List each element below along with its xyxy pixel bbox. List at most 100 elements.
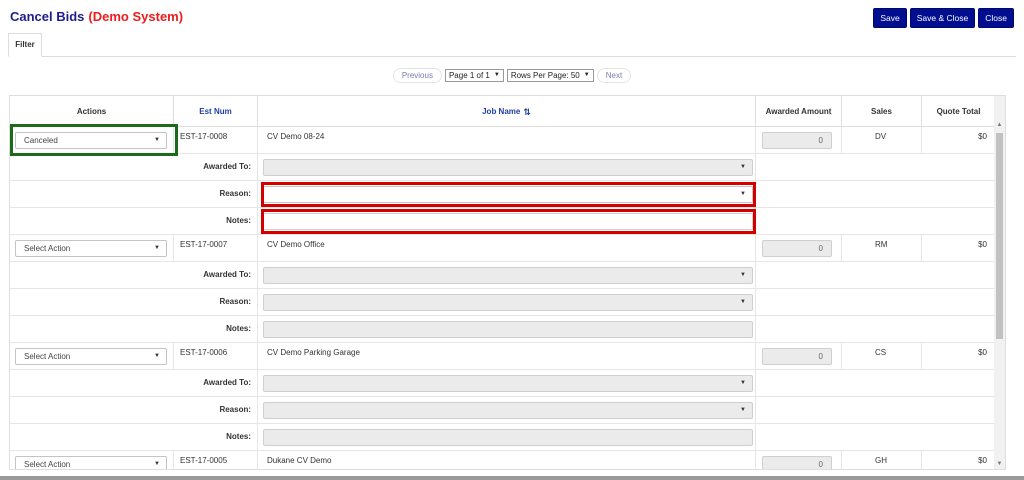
bid-row: Select Action ▼ EST-17-0006 CV Demo Parki… bbox=[10, 343, 1005, 370]
column-header-quote-total[interactable]: Quote Total bbox=[922, 96, 996, 127]
column-header-actions[interactable]: Actions bbox=[10, 96, 174, 127]
column-header-job-name[interactable]: Job Name ⇅ bbox=[258, 96, 756, 127]
rows-per-page-select[interactable]: Rows Per Page: 50 ▼ bbox=[506, 69, 594, 82]
field-cell bbox=[258, 316, 756, 342]
scroll-up-icon[interactable]: ▲ bbox=[996, 122, 1003, 128]
bid-row: Select Action ▼ EST-17-0005 Dukane CV Dem… bbox=[10, 451, 1005, 469]
tab-filter[interactable]: Filter bbox=[8, 33, 42, 57]
notes-label: Notes: bbox=[226, 216, 251, 225]
reason-field-highlight bbox=[261, 182, 756, 207]
awarded-amount-cell: 0 bbox=[756, 127, 842, 153]
reason-row: Reason: ▼ bbox=[10, 289, 1005, 316]
est-num: EST-17-0006 bbox=[180, 348, 228, 357]
notes-label: Notes: bbox=[226, 432, 251, 441]
est-num-cell: EST-17-0006 bbox=[174, 343, 258, 369]
label-cell: Awarded To: bbox=[10, 370, 258, 396]
sales-cell: CS bbox=[842, 343, 922, 369]
awarded-to-select[interactable]: ▼ bbox=[263, 375, 753, 392]
chevron-down-icon: ▼ bbox=[493, 72, 500, 78]
job-name-cell: CV Demo Office bbox=[258, 235, 756, 261]
page-select-value: Page 1 of 1 bbox=[448, 71, 490, 80]
bid-row: Select Action ▼ EST-17-0007 CV Demo Offic… bbox=[10, 235, 1005, 262]
notes-row: Notes: bbox=[10, 424, 1005, 451]
quote-total: $0 bbox=[978, 348, 987, 357]
reason-row: Reason: ▼ bbox=[10, 397, 1005, 424]
pager: Previous Page 1 of 1 ▼ Rows Per Page: 50 ▼… bbox=[0, 68, 1024, 84]
awarded-amount-cell: 0 bbox=[756, 451, 842, 469]
canceled-action-highlight bbox=[10, 124, 178, 156]
label-cell: Notes: bbox=[10, 424, 258, 450]
quote-total: $0 bbox=[978, 456, 987, 465]
awarded-to-label: Awarded To: bbox=[203, 270, 251, 279]
job-name-cell: CV Demo Parking Garage bbox=[258, 343, 756, 369]
actions-cell: Select Action ▼ bbox=[10, 451, 174, 469]
reason-label: Reason: bbox=[219, 297, 251, 306]
job-name: CV Demo 08-24 bbox=[267, 132, 325, 141]
scroll-down-icon[interactable]: ▼ bbox=[996, 461, 1003, 467]
label-cell: Notes: bbox=[10, 208, 258, 234]
notes-field-highlight bbox=[261, 209, 756, 234]
field-cell: ▼ bbox=[258, 370, 756, 396]
chevron-down-icon: ▼ bbox=[740, 164, 746, 170]
action-select[interactable]: Select Action ▼ bbox=[15, 240, 167, 257]
page-select[interactable]: Page 1 of 1 ▼ bbox=[444, 69, 504, 82]
job-name-cell: Dukane CV Demo bbox=[258, 451, 756, 469]
window-bottom-edge bbox=[0, 476, 1024, 480]
awarded-to-row: Awarded To: ▼ bbox=[10, 154, 1005, 181]
sort-icon: ⇅ bbox=[523, 106, 531, 117]
awarded-amount-input[interactable]: 0 bbox=[762, 456, 832, 469]
label-cell: Awarded To: bbox=[10, 262, 258, 288]
grid-header: Actions Est Num Job Name ⇅ Awarded Amount… bbox=[10, 96, 1005, 127]
action-select[interactable]: Select Action ▼ bbox=[15, 348, 167, 365]
notes-label: Notes: bbox=[226, 324, 251, 333]
grid-scrollbar[interactable]: ▲ ▼ bbox=[994, 96, 1005, 469]
reason-select[interactable]: ▼ bbox=[263, 402, 753, 419]
label-cell: Reason: bbox=[10, 181, 258, 207]
awarded-to-select[interactable]: ▼ bbox=[263, 267, 753, 284]
est-num: EST-17-0008 bbox=[180, 132, 228, 141]
column-header-awarded-amount[interactable]: Awarded Amount bbox=[756, 96, 842, 127]
previous-page-button[interactable]: Previous bbox=[392, 68, 442, 83]
close-button[interactable]: Close bbox=[978, 8, 1014, 28]
header-buttons: Save Save & Close Close bbox=[873, 8, 1014, 28]
scrollbar-thumb[interactable] bbox=[996, 133, 1003, 339]
action-select-value: Select Action bbox=[24, 352, 71, 361]
notes-input[interactable] bbox=[263, 321, 753, 338]
column-header-sales[interactable]: Sales bbox=[842, 96, 922, 127]
quote-total: $0 bbox=[978, 132, 987, 141]
awarded-amount-input[interactable]: 0 bbox=[762, 348, 832, 365]
job-name: Dukane CV Demo bbox=[267, 456, 332, 465]
chevron-down-icon: ▼ bbox=[740, 272, 746, 278]
reason-label: Reason: bbox=[219, 189, 251, 198]
sales-cell: RM bbox=[842, 235, 922, 261]
tab-bar: Filter bbox=[8, 33, 1016, 57]
job-name: CV Demo Office bbox=[267, 240, 325, 249]
awarded-amount-cell: 0 bbox=[756, 235, 842, 261]
label-cell: Reason: bbox=[10, 289, 258, 315]
action-select-value: Select Action bbox=[24, 244, 71, 253]
demo-system-label: (Demo System) bbox=[88, 9, 184, 24]
notes-input[interactable] bbox=[263, 429, 753, 446]
page-title-text: Cancel Bids bbox=[10, 9, 85, 24]
column-header-est-num[interactable]: Est Num bbox=[174, 96, 258, 127]
awarded-to-row: Awarded To: ▼ bbox=[10, 262, 1005, 289]
next-page-button[interactable]: Next bbox=[596, 68, 632, 83]
chevron-down-icon: ▼ bbox=[154, 245, 160, 251]
save-close-button[interactable]: Save & Close bbox=[909, 8, 976, 28]
sales-rep: RM bbox=[875, 240, 888, 249]
field-cell: ▼ bbox=[258, 154, 756, 180]
chevron-down-icon: ▼ bbox=[740, 299, 746, 305]
save-button[interactable]: Save bbox=[873, 8, 907, 28]
awarded-amount-input[interactable]: 0 bbox=[762, 240, 832, 257]
actions-cell: Select Action ▼ bbox=[10, 235, 174, 261]
reason-select[interactable]: ▼ bbox=[263, 294, 753, 311]
est-num: EST-17-0005 bbox=[180, 456, 228, 465]
sales-rep: CS bbox=[875, 348, 887, 357]
chevron-down-icon: ▼ bbox=[154, 461, 160, 467]
field-cell: ▼ bbox=[258, 262, 756, 288]
awarded-to-select[interactable]: ▼ bbox=[263, 159, 753, 176]
action-select[interactable]: Select Action ▼ bbox=[15, 456, 167, 469]
notes-row: Notes: bbox=[10, 316, 1005, 343]
awarded-amount-cell: 0 bbox=[756, 343, 842, 369]
awarded-amount-input[interactable]: 0 bbox=[762, 132, 832, 149]
